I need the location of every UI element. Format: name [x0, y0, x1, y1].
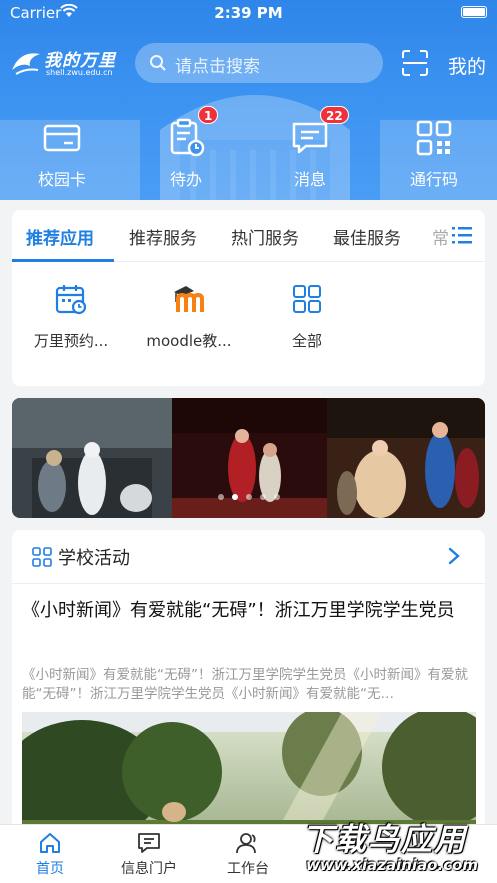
quick-action-messages[interactable]: 22 消息 — [260, 106, 360, 190]
section-title: 学校活动 — [58, 548, 130, 569]
quick-action-label: 通行码 — [409, 170, 458, 189]
tab-home[interactable]: 首页 — [0, 831, 100, 878]
carousel-dot[interactable] — [217, 494, 224, 500]
tab-label: 信息门户 — [121, 861, 177, 877]
todo-clipboard-icon — [170, 118, 205, 157]
status-time: 2:39 PM — [214, 4, 283, 22]
search-input[interactable]: 请点击搜索 — [135, 43, 383, 83]
moodle-icon — [174, 286, 204, 312]
card-icon — [43, 124, 81, 152]
news-headline[interactable]: 《小时新闻》有爱就能“无碍”！浙江万里学院学生党员 — [22, 596, 482, 626]
scan-icon[interactable] — [402, 50, 428, 76]
portal-message-icon — [138, 833, 160, 853]
message-icon — [292, 122, 328, 154]
app-moodle[interactable]: moodle教... — [130, 282, 248, 351]
watermark-title: 下载鸟应用 — [302, 822, 467, 858]
tab-best-services[interactable]: 最佳服务 — [333, 224, 401, 249]
tab-popular-services[interactable]: 热门服务 — [231, 224, 299, 249]
home-icon — [40, 833, 60, 853]
mine-button[interactable]: 我的 — [448, 52, 486, 79]
carousel-dot-active[interactable] — [231, 494, 238, 500]
carousel-dots — [12, 485, 485, 504]
carousel-banner[interactable] — [12, 398, 485, 518]
tab-recommended-services[interactable]: 推荐服务 — [129, 224, 197, 249]
logo-subtitle: shell.zwu.edu.cn — [46, 68, 113, 77]
app-all[interactable]: 全部 — [248, 282, 366, 351]
chevron-right-icon[interactable] — [446, 546, 462, 566]
quick-action-label: 校园卡 — [37, 170, 86, 189]
tab-info-portal[interactable]: 信息门户 — [99, 831, 199, 878]
section-header[interactable]: 学校活动 — [12, 530, 485, 584]
status-bar: Carrier 2:39 PM — [0, 0, 497, 26]
app-label: 全部 — [291, 332, 322, 350]
active-tab-indicator — [12, 259, 114, 262]
todo-badge: 1 — [198, 106, 219, 124]
carousel-dot[interactable] — [245, 494, 252, 500]
app-logo: 我的万里 shell.zwu.edu.cn — [10, 44, 120, 84]
search-icon — [150, 55, 166, 71]
tab-recommended-apps[interactable]: 推荐应用 — [26, 224, 94, 249]
watermark: 下载鸟应用 www.xiazainiao.com — [298, 814, 497, 880]
tab-label: 首页 — [36, 861, 64, 877]
quick-action-pass-code[interactable]: 通行码 — [384, 118, 484, 190]
qr-code-icon — [416, 120, 452, 156]
quick-action-campus-card[interactable]: 校园卡 — [12, 118, 112, 190]
school-activities-card: 学校活动 《小时新闻》有爱就能“无碍”！浙江万里学院学生党员 《小时新闻》有爱就… — [12, 530, 485, 840]
all-grid-icon — [293, 285, 321, 313]
news-summary: 《小时新闻》有爱就能“无碍”！浙江万里学院学生党员《小时新闻》有爱就能“无碍”！… — [22, 667, 468, 702]
battery-icon — [461, 6, 487, 18]
list-icon[interactable] — [452, 226, 472, 244]
tab-label: 工作台 — [227, 861, 269, 877]
app-category-tabs: 推荐应用 推荐服务 热门服务 最佳服务 常 — [12, 210, 485, 262]
tab-overflow[interactable]: 常 — [432, 224, 449, 249]
app-label: 万里预约... — [33, 332, 109, 350]
quick-action-todo[interactable]: 1 待办 — [136, 106, 236, 190]
app-reservation[interactable]: 万里预约... — [12, 282, 130, 351]
quick-action-label: 待办 — [169, 170, 202, 189]
watermark-url: www.xiazainiao.com — [306, 856, 479, 874]
carousel-dot[interactable] — [259, 494, 266, 500]
search-placeholder: 请点击搜索 — [175, 57, 260, 77]
recommended-apps-card: 推荐应用 推荐服务 热门服务 最佳服务 常 万里预约... moodle教...… — [12, 210, 485, 386]
grid-icon — [32, 547, 52, 567]
quick-action-label: 消息 — [293, 170, 326, 189]
tab-workbench[interactable]: 工作台 — [198, 831, 298, 878]
logo-bird-icon — [12, 53, 40, 75]
app-label: moodle教... — [146, 332, 232, 350]
workbench-user-icon — [236, 833, 256, 854]
carousel-dot[interactable] — [273, 494, 280, 500]
messages-badge: 22 — [320, 106, 349, 124]
calendar-icon — [55, 285, 87, 315]
